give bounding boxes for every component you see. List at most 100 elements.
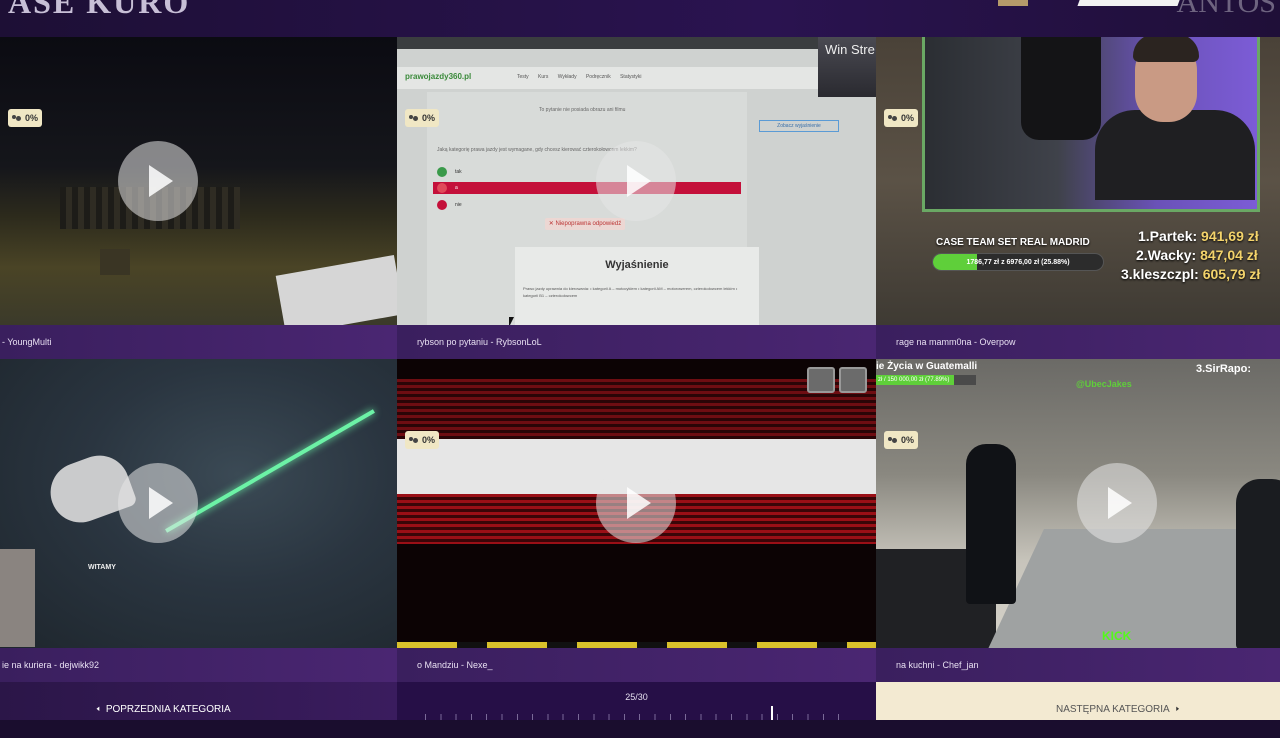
category-nav: 🢐 POPRZEDNIA KATEGORIA 25/30 NASTĘPNA KAT… [0,682,1280,720]
arrow-right-icon: 🢒 [1175,704,1180,715]
leader-rank: 1.Partek: [1138,228,1198,244]
answer-option-b[interactable]: a [433,182,741,194]
explanation-text: Prawo jazdy uprawnia do kierowania: • ka… [523,286,738,298]
play-icon[interactable] [596,463,676,543]
users-icon [888,114,898,123]
viewers-percent: 0% [901,113,915,123]
viewers-percent: 0% [422,435,436,445]
donor-tag: @UbecJakes [1076,379,1132,389]
leader-amount: 605,79 zł [1202,266,1261,282]
users-icon [12,114,22,123]
mouse-cursor-icon [509,317,514,325]
stream-video[interactable]: ie Życia w Guatemalli zł / 150 000,00 zł… [876,359,1280,648]
gaming-chair [1021,37,1101,140]
stream-caption: o Mandziu - Nexe_ [397,648,876,682]
sponsor-logo-box [998,0,1028,6]
streamer-facecam [0,549,35,647]
explanation-box: Wyjaśnienie Prawo jazdy uprawnia do kier… [515,247,759,325]
explanation-title: Wyjaśnienie [605,259,669,271]
play-icon[interactable] [596,141,676,221]
site-nav-links: Testy Kurs Wykłady Podręcznik Statystyki [517,74,642,80]
cross-icon [437,183,447,193]
site-logo: prawojazdy360.pl [405,72,472,81]
stream-video[interactable]: CASE TEAM SET REAL MADRID 1786,77 zł z 6… [876,37,1280,325]
goal-title: CASE TEAM SET REAL MADRID [936,237,1090,248]
leader-amount: 847,04 zł [1200,247,1258,263]
chat-icon[interactable] [807,367,835,393]
stream-video[interactable]: 0% [0,37,397,325]
gear-icon[interactable] [839,367,867,393]
goal-progress-bar: zł / 150 000,00 zł (77.89%) [876,375,976,385]
overlay-text: WITAMY [88,564,116,571]
answer-c-label: nie [455,202,462,208]
answer-option-c[interactable]: nie [433,199,741,211]
show-explanation-button[interactable]: Zobacz wyjaśnienie [759,120,839,132]
stream-caption: na kuchni - Chef_jan [876,648,1280,682]
play-icon[interactable] [118,463,198,543]
viewers-badge: 0% [8,109,42,127]
viewers-badge: 0% [405,109,439,127]
check-icon [437,167,447,177]
stream-tile-1[interactable]: 0% - YoungMulti [0,37,397,359]
wrong-answer-label: ✕ Niepoprawna odpowiedź [545,218,625,230]
stream-video[interactable]: prawojazdy360.pl Testy Kurs Wykłady Podr… [397,37,876,325]
stream-caption: rybson po pytaniu - RybsonLoL [397,325,876,359]
answer-option-a[interactable]: tak [433,166,741,178]
no-video-text: To pytanie nie posiada obrazu ani filmu [539,107,626,113]
viewers-badge: 0% [884,431,918,449]
streamer-body [1095,110,1255,200]
stream-tile-6[interactable]: ie Życia w Guatemalli zł / 150 000,00 zł… [876,359,1280,682]
arrow-left-icon: 🢐 [96,704,100,715]
facecam-text: Win Stre [825,42,875,57]
header-title: ASE KURO [8,0,191,20]
scene-chest [100,249,130,275]
goal-progress-text: 1786,77 zł z 6976,00 zł (25.88%) [966,259,1070,266]
goal-progress-bar: 1786,77 zł z 6976,00 zł (25.88%) [932,253,1104,271]
stream-caption: rage na mamm0na - Overpow [876,325,1280,359]
progress-current-marker [771,706,773,720]
goal-title: ie Życia w Guatemalli [876,361,978,372]
red-stripe-band [397,379,876,439]
stream-tile-3[interactable]: CASE TEAM SET REAL MADRID 1786,77 zł z 6… [876,37,1280,359]
viewers-badge: 0% [884,109,918,127]
leader-rank: 2.Wacky: [1136,247,1197,263]
users-icon [409,436,419,445]
scene-cook [1236,479,1280,648]
previous-category-label: 🢐 POPRZEDNIA KATEGORIA [96,682,231,738]
stream-video[interactable]: 0% [397,359,876,648]
scene-cook [966,444,1016,604]
leader-rank: 3.kleszczpl: [1121,266,1199,282]
streamer-hair [1133,37,1199,62]
stream-video[interactable]: WITAMY [0,359,397,648]
leaderboard-entry-2: 2.Wacky: 847,04 zł [1136,247,1258,263]
leader-amount: 941,69 zł [1201,228,1259,244]
stream-caption: ie na kuriera - dejwikk92 [0,648,397,682]
next-category-label: NASTĘPNA KATEGORIA 🢒 [1056,682,1180,738]
scene-laser [165,409,375,533]
leaderboard-entry-3: 3.kleszczpl: 605,79 zł [1121,266,1260,282]
category-progress: 25/30 [397,682,876,720]
viewers-percent: 0% [901,435,915,445]
streamer-facecam: Win Stre [818,37,876,97]
viewers-badge: 0% [405,431,439,449]
sponsor-logo [1077,0,1183,6]
browser-bar [397,37,876,49]
users-icon [409,114,419,123]
header-logo-right: ANTOS [1176,0,1276,19]
goal-progress-text: zł / 150 000,00 zł (77.89%) [878,377,950,383]
answer-b-label: a [455,185,458,191]
leaderboard-entry-1: 1.Partek: 941,69 zł [1138,228,1259,244]
previous-category-button[interactable]: 🢐 POPRZEDNIA KATEGORIA [0,682,397,720]
next-category-button[interactable]: NASTĘPNA KATEGORIA 🢒 [876,682,1280,720]
play-icon[interactable] [1077,463,1157,543]
viewers-percent: 0% [25,113,39,123]
webcam-frame [922,37,1260,212]
play-icon[interactable] [118,141,198,221]
leaderboard-entry: 3.SirRapo: [1196,363,1252,375]
top-header: ASE KURO ANTOS [0,0,1280,37]
stream-tile-2[interactable]: prawojazdy360.pl Testy Kurs Wykłady Podr… [397,37,876,359]
stream-tile-4[interactable]: WITAMY ie na kuriera - dejwikk92 [0,359,397,682]
page-indicator: 25/30 [625,692,648,702]
progress-ticks [425,714,848,720]
stream-tile-5[interactable]: 0% o Mandziu - Nexe_ [397,359,876,682]
